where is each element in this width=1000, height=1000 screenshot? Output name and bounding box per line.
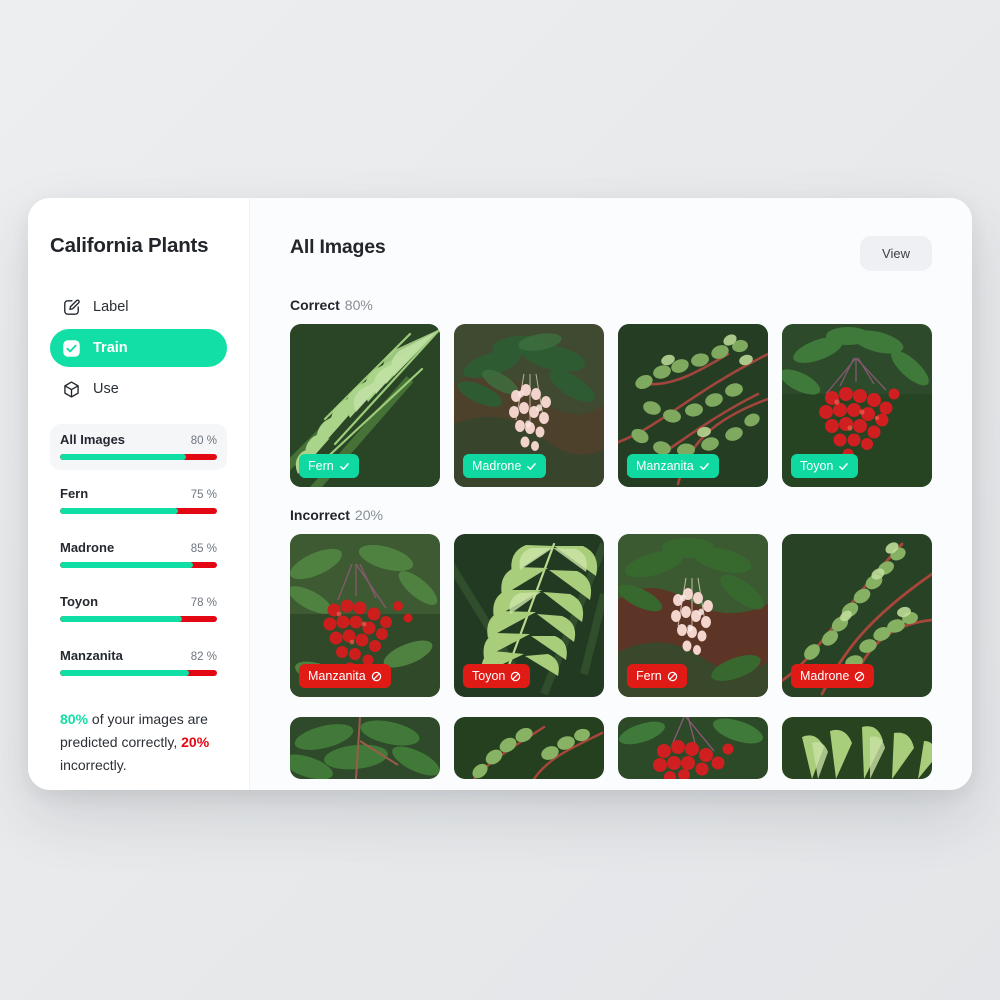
prediction-badge: Fern — [627, 664, 687, 688]
image-card[interactable] — [290, 717, 440, 779]
progress-bar-fill — [60, 508, 178, 514]
circle-slash-icon — [855, 671, 865, 681]
sidebar-item-train[interactable]: Train — [50, 329, 227, 367]
image-card[interactable]: Toyon — [782, 324, 932, 487]
section-label-text: Correct — [290, 297, 340, 313]
plant-photo-madrone — [290, 717, 440, 779]
image-card[interactable]: Manzanita — [618, 324, 768, 487]
prediction-label: Toyon — [472, 669, 506, 683]
prediction-label: Manzanita — [636, 459, 694, 473]
summary-incorrect-pct: 20% — [181, 734, 210, 751]
progress-bar — [60, 616, 217, 622]
prediction-badge: Madrone — [463, 454, 547, 478]
image-card[interactable]: Fern — [290, 324, 440, 487]
sidebar-item-label[interactable]: Label — [50, 288, 227, 326]
sidebar: California Plants Label Train Use All Im… — [28, 198, 250, 790]
page-background: California Plants Label Train Use All Im… — [0, 0, 1000, 1000]
prediction-label: Manzanita — [308, 669, 366, 683]
summary-correct-pct: 80% — [60, 711, 89, 727]
view-button[interactable]: View — [860, 236, 932, 271]
circle-slash-icon — [667, 671, 677, 681]
image-card[interactable]: Manzanita — [290, 534, 440, 697]
check-icon — [699, 462, 709, 470]
prediction-label: Madrone — [800, 669, 850, 683]
progress-value: 75 % — [190, 489, 217, 501]
image-card[interactable]: Madrone — [782, 534, 932, 697]
prediction-label: Toyon — [800, 459, 834, 473]
prediction-label: Fern — [308, 459, 334, 473]
sidebar-nav: Label Train Use — [50, 288, 227, 408]
accuracy-summary: 80% of your images are predicted correct… — [50, 708, 227, 777]
class-progress-list: All Images 80 % Fern 75 % Madrone 85 % T… — [50, 424, 227, 686]
prediction-badge: Toyon — [791, 454, 859, 478]
progress-label: Manzanita — [60, 648, 123, 663]
progress-bar — [60, 508, 217, 514]
section-label-text: Incorrect — [290, 507, 350, 523]
progress-row-manzanita[interactable]: Manzanita 82 % — [50, 640, 227, 686]
main-header: All Images View — [290, 236, 932, 271]
progress-row-madrone[interactable]: Madrone 85 % — [50, 532, 227, 578]
main-content: All Images View Correct 80% Fern Madrone… — [250, 198, 972, 790]
progress-bar-fill — [60, 562, 194, 568]
image-grid-overflow — [290, 717, 932, 779]
progress-value: 80 % — [190, 435, 217, 447]
circle-slash-icon — [511, 671, 521, 681]
prediction-badge: Toyon — [463, 664, 531, 688]
progress-label: Toyon — [60, 594, 99, 609]
check-square-icon — [62, 339, 81, 358]
check-icon — [839, 462, 849, 470]
circle-slash-icon — [371, 671, 381, 681]
image-grid-incorrect: Manzanita Toyon Fern Madrone — [290, 534, 932, 697]
section-percent: 80% — [344, 297, 373, 313]
prediction-label: Madrone — [472, 459, 522, 473]
progress-bar-fill — [60, 616, 183, 622]
progress-row-toyon[interactable]: Toyon 78 % — [50, 586, 227, 632]
progress-bar — [60, 670, 217, 676]
sidebar-item-train-text: Train — [93, 340, 128, 356]
image-card[interactable] — [618, 717, 768, 779]
progress-label: All Images — [60, 432, 126, 447]
prediction-badge: Fern — [299, 454, 359, 478]
progress-label: Fern — [60, 486, 89, 501]
image-card[interactable]: Fern — [618, 534, 768, 697]
image-card[interactable]: Toyon — [454, 534, 604, 697]
plant-photo-fern — [782, 717, 932, 779]
app-window: California Plants Label Train Use All Im… — [28, 198, 972, 790]
image-card[interactable] — [782, 717, 932, 779]
pencil-square-icon — [62, 298, 81, 317]
progress-bar — [60, 562, 217, 568]
progress-row-all-images[interactable]: All Images 80 % — [50, 424, 227, 470]
prediction-label: Fern — [636, 669, 662, 683]
plant-photo-toyon — [618, 717, 768, 779]
progress-bar-fill — [60, 670, 189, 676]
prediction-badge: Madrone — [791, 664, 875, 688]
section-label-incorrect: Incorrect 20% — [290, 507, 932, 523]
section-label-correct: Correct 80% — [290, 297, 932, 313]
progress-label: Madrone — [60, 540, 115, 555]
progress-value: 82 % — [190, 651, 217, 663]
page-title: All Images — [290, 236, 386, 258]
section-percent: 20% — [354, 507, 383, 523]
progress-bar-fill — [60, 454, 186, 460]
image-card[interactable] — [454, 717, 604, 779]
progress-value: 78 % — [190, 597, 217, 609]
progress-bar — [60, 454, 217, 460]
check-icon — [339, 462, 349, 470]
app-title: California Plants — [50, 234, 209, 257]
progress-row-fern[interactable]: Fern 75 % — [50, 478, 227, 524]
check-icon — [527, 462, 537, 470]
prediction-badge: Manzanita — [627, 454, 719, 478]
plant-photo-manzanita — [454, 717, 604, 779]
progress-value: 85 % — [190, 543, 217, 555]
cube-icon — [62, 380, 81, 399]
image-card[interactable]: Madrone — [454, 324, 604, 487]
image-grid-correct: Fern Madrone Manzanita Toyon — [290, 324, 932, 487]
prediction-badge: Manzanita — [299, 664, 391, 688]
sidebar-item-use[interactable]: Use — [50, 370, 227, 408]
sidebar-item-label-text: Label — [93, 299, 129, 315]
summary-tail-text: incorrectly. — [60, 757, 127, 774]
sidebar-item-use-text: Use — [93, 381, 119, 397]
